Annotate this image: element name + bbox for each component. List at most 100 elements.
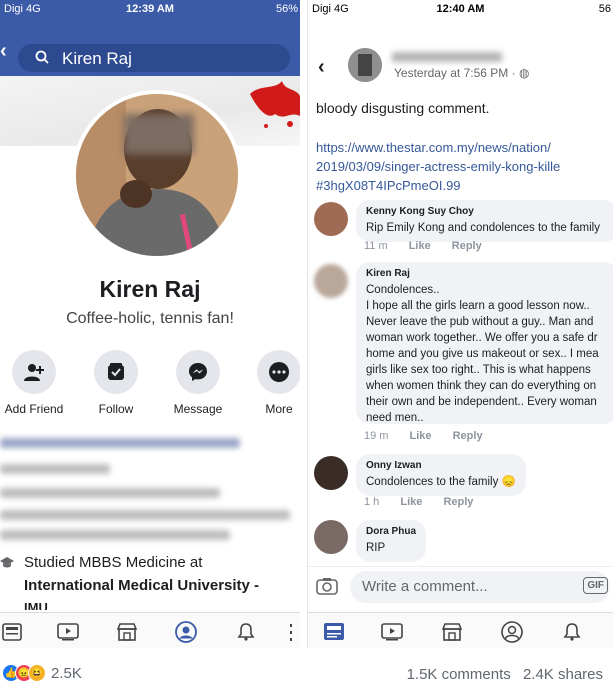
profile-tab-icon[interactable] — [174, 621, 198, 643]
follow-button[interactable]: Follow — [76, 350, 156, 416]
comment-input[interactable]: Write a comment... — [350, 571, 610, 603]
notifications-icon[interactable] — [234, 621, 258, 643]
menu-icon[interactable] — [282, 621, 300, 643]
commenter-avatar[interactable] — [314, 202, 348, 236]
like-button[interactable]: Like — [409, 240, 431, 252]
profile-actions: Add Friend Follow Message More — [0, 350, 300, 420]
search-field[interactable]: Kiren Raj — [18, 44, 290, 72]
news-feed-icon[interactable] — [322, 621, 346, 643]
comment-meta: 11 m Like Reply — [364, 240, 500, 252]
link-line: #3hgX08T4IPcPmeOI.99 — [316, 178, 461, 193]
comment-bubble: Kiren Raj Condolences.. I hope all the g… — [356, 262, 613, 424]
search-query: Kiren Raj — [62, 49, 132, 68]
blurred-details — [0, 430, 300, 548]
reply-button[interactable]: Reply — [453, 430, 483, 442]
profile-tab-icon[interactable] — [500, 621, 524, 643]
comment-meta: 19 m Like Reply — [364, 430, 501, 442]
commenter-name[interactable]: Kiren Raj — [366, 268, 608, 279]
comment-count[interactable]: 1.5K comments — [407, 666, 511, 683]
cover-splash-art — [250, 81, 300, 128]
link-line: 2019/03/09/singer-actress-emily-kong-kil… — [316, 159, 561, 174]
watch-icon[interactable] — [380, 621, 404, 643]
education-school-cont: IMU — [24, 600, 48, 610]
comment-bubble: Onny Izwan Condolences to the family 😞 — [356, 454, 526, 496]
profile-avatar[interactable] — [72, 90, 242, 260]
post-link[interactable]: https://www.thestar.com.my/news/nation/ … — [316, 138, 560, 195]
commenter-name[interactable]: Kenny Kong Suy Choy — [366, 206, 608, 217]
commenter-name[interactable]: Onny Izwan — [366, 460, 516, 471]
post-stats-bar: 👍 😠 😆 2.5K 1.5K comments 2.4K shares — [0, 656, 613, 696]
poster-avatar[interactable] — [348, 48, 382, 82]
more-label: More — [265, 402, 293, 416]
search-icon — [35, 50, 49, 64]
bottom-tab-bar — [0, 612, 300, 648]
add-friend-button[interactable]: Add Friend — [0, 350, 74, 416]
reactions-summary[interactable]: 👍 😠 😆 2.5K — [2, 664, 82, 682]
poster-name-blurred[interactable] — [392, 52, 502, 62]
education-line1: Studied MBBS Medicine at — [24, 554, 203, 571]
message-label: Message — [173, 402, 223, 416]
comment-text: Condolences to the family 😞 — [366, 476, 516, 488]
marketplace-icon[interactable] — [115, 621, 139, 643]
comment-bubble: Kenny Kong Suy Choy Rip Emily Kong and c… — [356, 200, 613, 242]
add-friend-icon — [12, 350, 56, 394]
reply-button[interactable]: Reply — [452, 240, 482, 252]
back-arrow-icon[interactable]: ‹ — [318, 56, 325, 79]
camera-icon[interactable] — [316, 577, 338, 595]
more-icon — [257, 350, 300, 394]
comment-meta: 1 h Like Reply — [364, 496, 491, 508]
clock: 12:40 AM — [436, 3, 485, 15]
like-button[interactable]: Like — [410, 430, 432, 442]
commenter-avatar[interactable] — [314, 520, 348, 554]
comment-bubble: Dora Phua RIP — [356, 520, 427, 562]
blurred-line — [0, 510, 290, 520]
marketplace-icon[interactable] — [440, 621, 464, 643]
blurred-line — [0, 464, 110, 474]
profile-bio: Coffee-holic, tennis fan! — [66, 310, 234, 327]
news-feed-icon[interactable] — [0, 621, 24, 643]
reply-button[interactable]: Reply — [443, 496, 473, 508]
comment-time: 1 h — [364, 496, 380, 508]
blurred-line — [0, 488, 220, 498]
message-button[interactable]: Message — [158, 350, 238, 416]
commenter-avatar[interactable] — [314, 264, 348, 298]
more-button[interactable]: More — [239, 350, 300, 416]
comment-text: Condolences.. I hope all the girls learn… — [366, 284, 599, 424]
back-arrow-icon[interactable]: ‹ — [0, 40, 7, 63]
post-text: bloody disgusting comment. — [316, 100, 490, 116]
screenshot-root: Digi 4G 12:39 AM 56% ‹ Kiren Raj Kiren R… — [0, 0, 613, 696]
profile-name: Kiren Raj — [99, 276, 201, 302]
clock: 12:39 AM — [126, 3, 174, 15]
commenter-name[interactable]: Dora Phua — [366, 526, 416, 537]
follow-icon — [94, 350, 138, 394]
post-timestamp: Yesterday at 7:56 PM · ◍ — [394, 66, 530, 80]
share-count[interactable]: 2.4K shares — [523, 666, 603, 683]
engagement-counts: 1.5K comments 2.4K shares — [399, 666, 603, 683]
commenter-avatar[interactable] — [314, 456, 348, 490]
haha-reaction-icon: 😆 — [28, 664, 46, 682]
blurred-line — [0, 530, 230, 540]
right-phone-screen: Digi 4G 12:40 AM 56 ‹ Yesterday at 7:56 … — [307, 0, 613, 648]
follow-label: Follow — [98, 402, 134, 416]
battery-level: 56% — [275, 3, 298, 15]
bottom-tab-bar — [308, 612, 613, 648]
add-friend-label: Add Friend — [4, 402, 64, 416]
like-button[interactable]: Like — [400, 496, 422, 508]
status-bar: Digi 4G 12:40 AM 56 — [308, 0, 613, 18]
notifications-icon[interactable] — [560, 621, 584, 643]
education-school[interactable]: International Medical University - — [24, 577, 259, 594]
gif-button[interactable]: GIF — [583, 577, 608, 594]
watch-icon[interactable] — [56, 621, 80, 643]
comment-composer: Write a comment... GIF — [308, 566, 613, 606]
reaction-count: 2.5K — [51, 664, 82, 682]
profile-photo — [76, 94, 238, 256]
comment-time: 11 m — [364, 240, 388, 252]
battery-level: 56 — [598, 3, 611, 15]
comment-text: RIP — [366, 542, 386, 554]
link-line: https://www.thestar.com.my/news/nation/ — [316, 140, 551, 155]
left-phone-screen: Digi 4G 12:39 AM 56% ‹ Kiren Raj Kiren R… — [0, 0, 300, 648]
comment-text: Rip Emily Kong and condolences to the fa… — [366, 222, 600, 234]
blurred-line — [0, 438, 240, 448]
globe-icon: ◍ — [518, 66, 530, 80]
search-header: ‹ Kiren Raj — [0, 18, 300, 76]
